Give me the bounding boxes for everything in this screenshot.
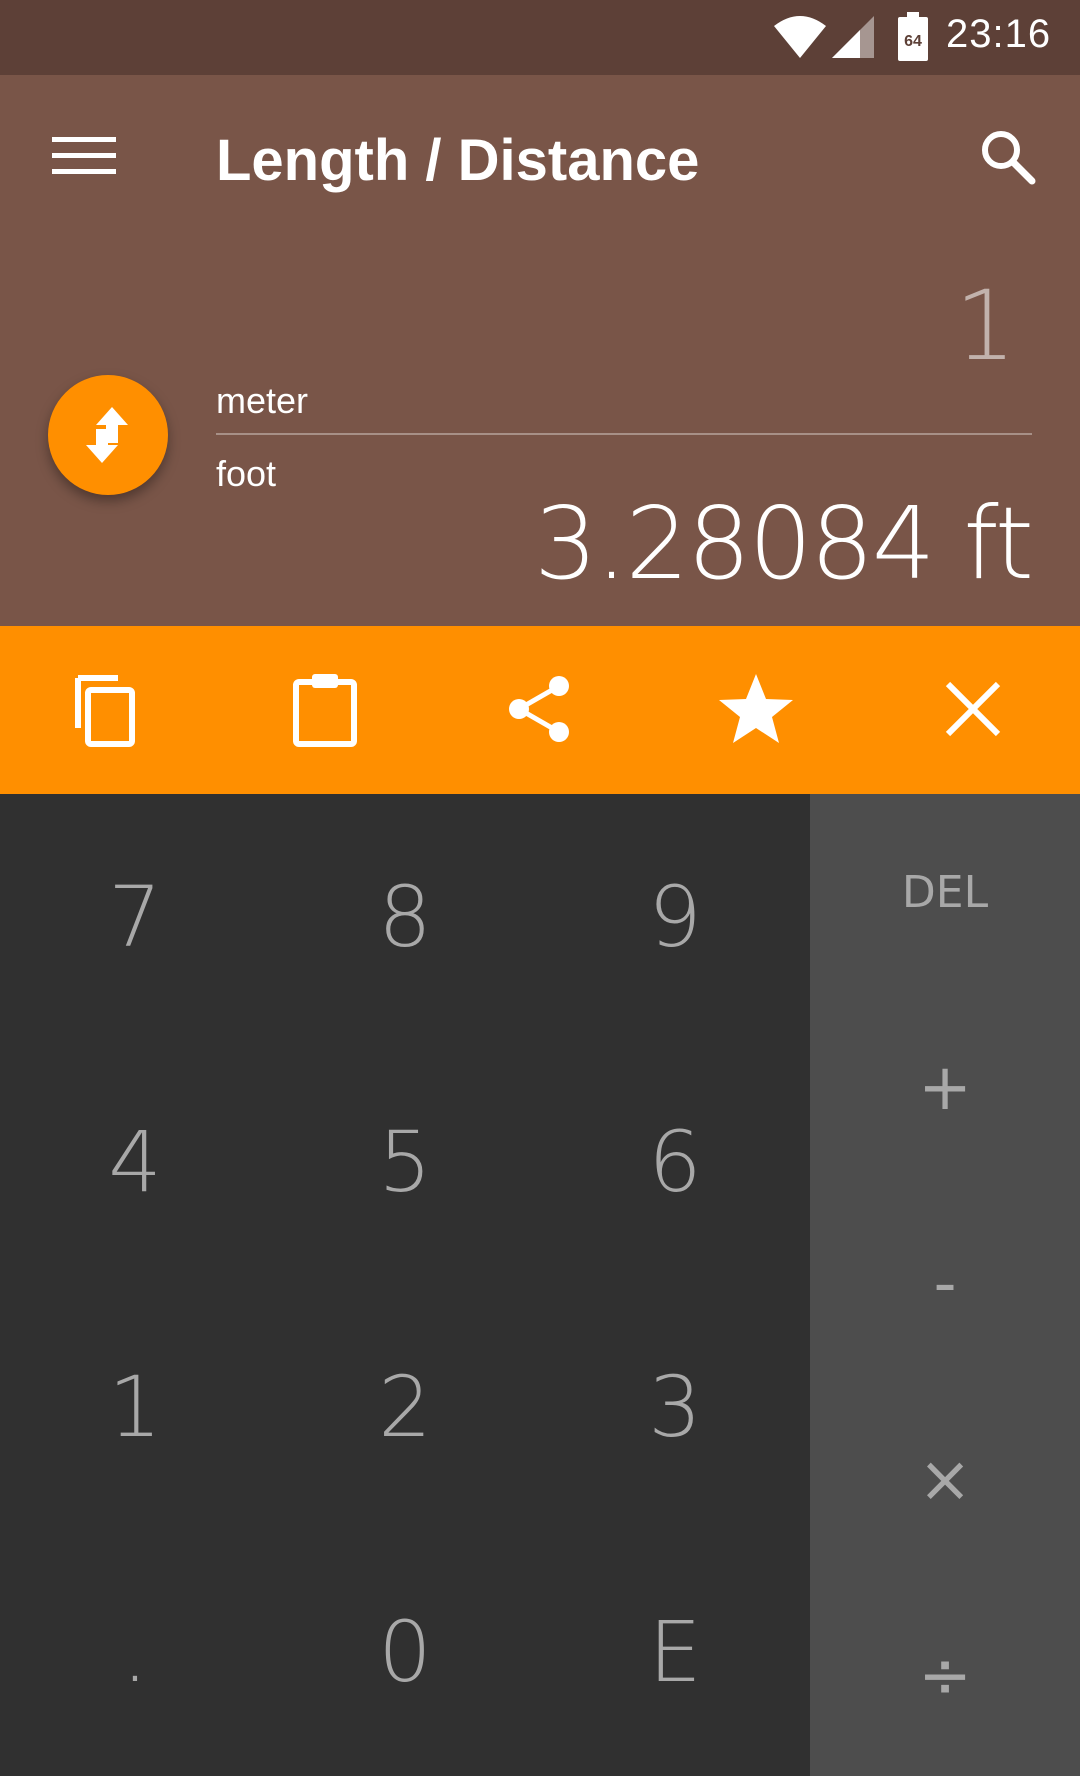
page-title: Length / Distance xyxy=(216,128,700,193)
plus-button[interactable]: + xyxy=(810,990,1080,1186)
close-icon xyxy=(945,681,1001,737)
paste-icon xyxy=(293,674,357,747)
status-time: 23:16 xyxy=(946,12,1052,56)
key-3[interactable]: 3 xyxy=(540,1284,810,1529)
unit-from-selector[interactable]: meter xyxy=(216,380,308,422)
key-1[interactable]: 1 xyxy=(0,1284,270,1529)
star-icon xyxy=(719,674,793,743)
clear-button[interactable] xyxy=(930,666,1016,752)
multiply-button[interactable]: × xyxy=(810,1382,1080,1578)
key-decimal[interactable]: . xyxy=(0,1529,270,1774)
copy-icon xyxy=(75,675,135,747)
key-8[interactable]: 8 xyxy=(270,794,540,1039)
key-6[interactable]: 6 xyxy=(540,1039,810,1284)
swap-units-button[interactable] xyxy=(48,375,168,495)
numeric-keypad: 7 8 9 4 5 6 1 2 3 . 0 E xyxy=(0,794,810,1776)
divide-button[interactable]: ÷ xyxy=(810,1578,1080,1774)
action-bar xyxy=(0,626,1080,794)
unit-divider xyxy=(216,433,1032,435)
minus-button[interactable]: - xyxy=(810,1186,1080,1382)
key-9[interactable]: 9 xyxy=(540,794,810,1039)
key-5[interactable]: 5 xyxy=(270,1039,540,1284)
key-0[interactable]: 0 xyxy=(270,1529,540,1774)
copy-button[interactable] xyxy=(64,666,150,752)
key-2[interactable]: 2 xyxy=(270,1284,540,1529)
status-bar: 64 23:16 xyxy=(0,0,1080,75)
input-value[interactable]: 1 xyxy=(955,270,1016,382)
converter-header: Length / Distance 1 meter foot 3.28084 f… xyxy=(0,75,1080,626)
unit-to-selector[interactable]: foot xyxy=(216,453,276,495)
swap-arrows-icon xyxy=(86,407,128,463)
operator-panel: DEL + - × ÷ xyxy=(810,794,1080,1776)
favorite-button[interactable] xyxy=(713,666,799,752)
cell-signal-icon xyxy=(832,16,874,58)
wifi-icon xyxy=(774,16,826,58)
key-7[interactable]: 7 xyxy=(0,794,270,1039)
result-value: 3.28084 ft xyxy=(534,485,1034,602)
share-button[interactable] xyxy=(497,666,583,752)
battery-level: 64 xyxy=(904,33,922,50)
delete-button[interactable]: DEL xyxy=(810,794,1080,990)
key-exponent[interactable]: E xyxy=(540,1529,810,1774)
menu-icon[interactable] xyxy=(52,137,116,179)
paste-button[interactable] xyxy=(282,666,368,752)
search-icon[interactable] xyxy=(978,127,1038,187)
share-icon xyxy=(509,676,569,742)
key-4[interactable]: 4 xyxy=(0,1039,270,1284)
battery-icon: 64 xyxy=(898,12,928,61)
